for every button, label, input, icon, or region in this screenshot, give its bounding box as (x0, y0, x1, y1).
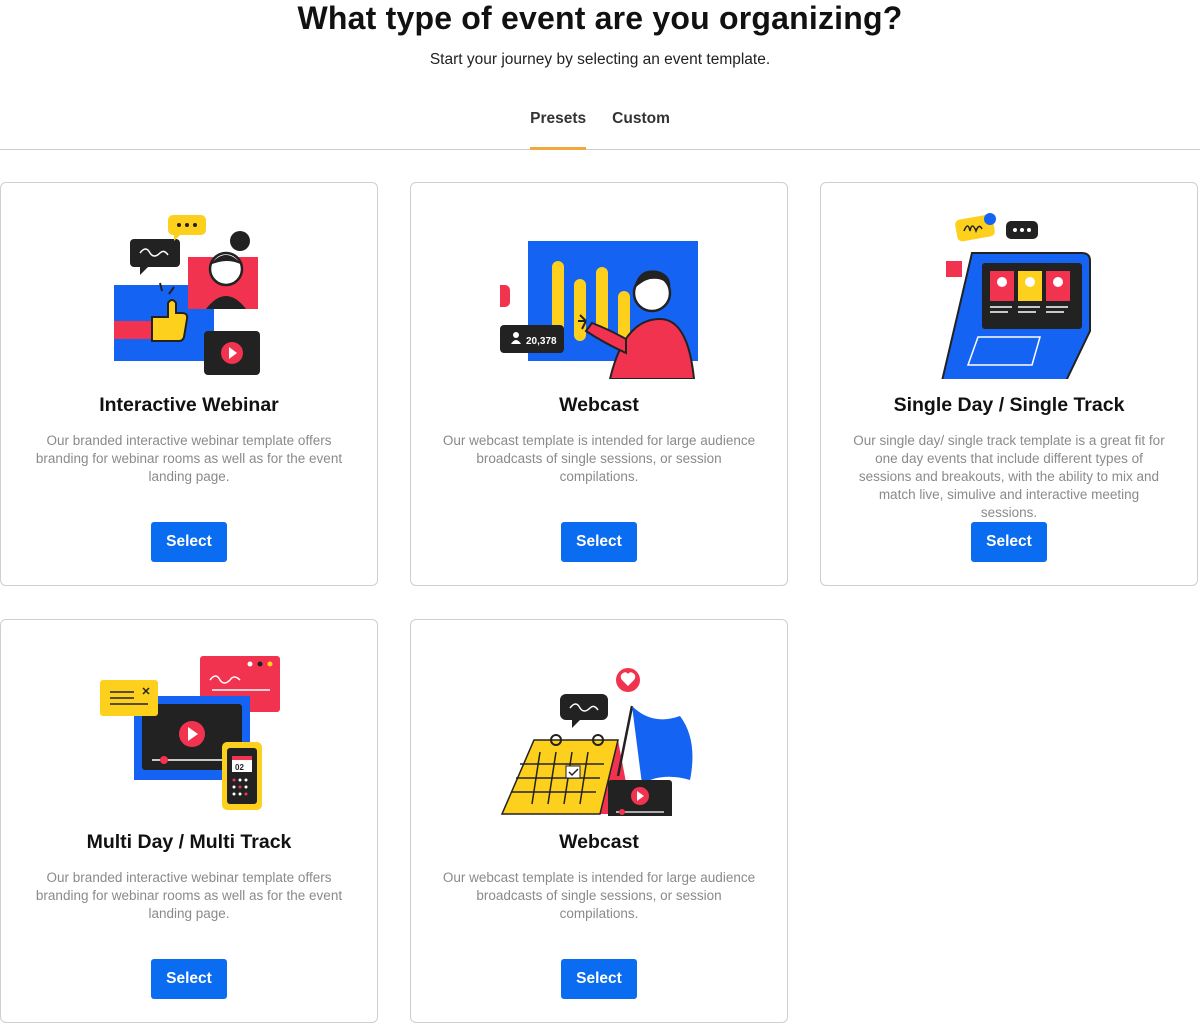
flag-icon (632, 706, 693, 784)
template-card-webcast-2[interactable]: Webcast Our webcast template is intended… (410, 619, 788, 1023)
laptop-illustration (941, 213, 1091, 379)
template-tabs: Presets Custom (0, 100, 1200, 150)
notification-dot (984, 213, 996, 225)
card-title: Webcast (559, 394, 639, 416)
play-icon (997, 277, 1007, 287)
chat-bubble-icon (130, 239, 180, 267)
card-description: Our webcast template is intended for lar… (442, 870, 756, 921)
card-description: Our webcast template is intended for lar… (442, 433, 756, 484)
chat-bubble-icon (560, 694, 608, 720)
interactive-webinar-illustration (114, 215, 260, 375)
template-card-webcast[interactable]: 20,378 Webcast Our webcast template is i… (410, 182, 788, 586)
user-icon (513, 332, 519, 338)
select-button[interactable]: Select (151, 522, 227, 562)
template-card-multi-day[interactable]: 02 Multi Day / Multi Track Our branded i… (0, 619, 378, 1023)
tab-presets[interactable]: Presets (517, 100, 599, 150)
page-title: What type of event are you organizing? (297, 0, 903, 36)
card-title: Webcast (559, 831, 639, 853)
event-template-page: What type of event are you organizing? S… (0, 0, 1200, 1024)
card-title: Single Day / Single Track (893, 394, 1125, 416)
select-button[interactable]: Select (151, 959, 227, 999)
viewer-count: 20,378 (526, 336, 557, 347)
card-title: Multi Day / Multi Track (86, 831, 292, 853)
webcast-illustration: 20,378 (500, 241, 698, 379)
template-card-single-day[interactable]: Single Day / Single Track Our single day… (820, 182, 1198, 586)
flag-pole-shape (616, 705, 634, 777)
select-button[interactable]: Select (561, 959, 637, 999)
card-description: Our branded interactive webinar template… (35, 870, 343, 921)
calendar-day: 02 (235, 763, 244, 772)
calendar-icon (500, 739, 619, 815)
card-description: Our single day/ single track template is… (853, 433, 1165, 520)
multi-day-illustration: 02 (100, 656, 280, 810)
template-card-interactive-webinar[interactable]: Interactive Webinar Our branded interact… (0, 182, 378, 586)
select-button[interactable]: Select (971, 522, 1047, 562)
sleeve-shape (114, 321, 154, 339)
checkbox-icon (565, 765, 581, 779)
calendar-flag-illustration (500, 668, 693, 816)
chat-bubble-icon (500, 285, 510, 307)
card-title: Interactive Webinar (99, 394, 279, 416)
red-square-shape (946, 261, 962, 277)
card-description: Our branded interactive webinar template… (35, 433, 343, 484)
tab-custom[interactable]: Custom (599, 100, 683, 149)
select-button[interactable]: Select (561, 522, 637, 562)
page-subtitle: Start your journey by selecting an event… (429, 51, 771, 68)
hair-bun-shape (230, 231, 250, 251)
